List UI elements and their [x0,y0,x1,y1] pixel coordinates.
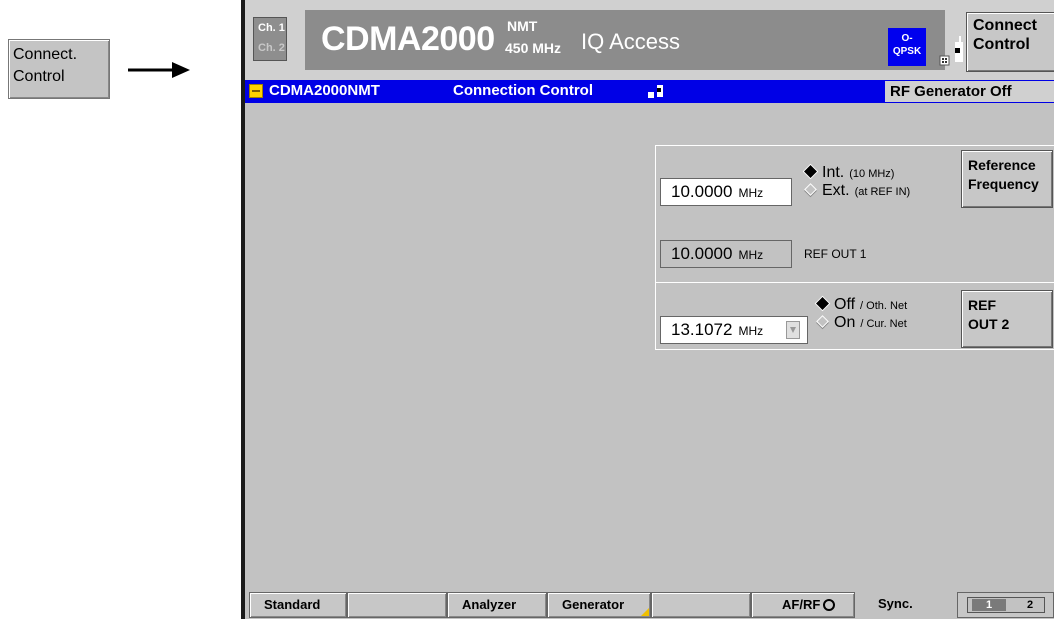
connect-control-softkey[interactable]: Connect Control [966,12,1054,72]
hardkey-label-line1: Connect. [13,46,78,63]
main-area: 10.0000 MHz Int. (10 MHz) Ext. (at REF IN) … [245,103,1054,589]
mode-label: IQ Access [581,29,681,54]
ref-out2-softkey[interactable]: REF OUT 2 [961,290,1053,348]
radio-ext[interactable]: Ext. (at REF IN) [804,182,910,200]
connect-softkey-line2: Control [973,36,1030,53]
radio-unselected-icon [816,315,829,328]
ref-out2-softkey-line2: OUT 2 [968,316,1010,332]
standard-band: 450 MHz [505,40,562,56]
radio-off-hint: / Oth. Net [860,300,908,312]
submenu-indicator-icon [641,608,649,616]
radio-on-label: On [834,314,856,331]
connection-status-icon [939,36,963,66]
radio-selected-icon [804,165,817,178]
hardkey-label-line2: Control [13,68,65,85]
tab-standard[interactable]: Standard [249,592,347,618]
channel-2-label: Ch. 2 [258,42,285,54]
bottom-tab-bar: Standard Analyzer Generator AF/RF Sync. … [245,589,1054,619]
channel-1-label: Ch. 1 [258,22,285,34]
panel-divider [656,282,1054,283]
sync-panel: 10.0000 MHz Int. (10 MHz) Ext. (at REF IN) … [655,145,1054,350]
connect-softkey-line1: Connect [973,17,1037,34]
arrow-right-icon [128,62,190,78]
channel-switch-button[interactable]: Ch. 1 Ch. 2 [253,17,287,61]
reference-frequency-unit: MHz [738,186,764,200]
radio-selected-icon [816,297,829,310]
radio-on-hint: / Cur. Net [860,318,907,330]
title-panel: CDMA2000 NMT 450 MHz IQ Access O- QPSK [305,10,1016,71]
tab-afrf-label: AF/RF [782,597,821,612]
ref-out1-field: 10.0000 MHz [660,240,792,268]
status-bar: CDMA2000NMT Connection Control RF Genera… [245,80,1054,103]
modulation-line1: O- [901,33,913,44]
radio-ext-label: Ext. [822,182,850,199]
tab-analyzer[interactable]: Analyzer [447,592,547,618]
standard-title: CDMA2000 [321,20,495,58]
dropdown-arrow-icon[interactable] [786,321,800,339]
connect-control-hardkey[interactable]: Connect. Control [8,39,110,99]
radio-off[interactable]: Off / Oth. Net [816,296,907,314]
ref-out2-softkey-line1: REF [968,297,996,313]
instrument-screen: Ch. 1 Ch. 2 CDMA2000 NMT 450 MHz IQ Acce… [241,0,1054,619]
standard-network: NMT [507,18,538,34]
radio-int[interactable]: Int. (10 MHz) [804,164,894,182]
title-bar: Ch. 1 Ch. 2 CDMA2000 NMT 450 MHz IQ Acce… [245,0,1054,80]
tab-generator-label: Generator [562,597,625,612]
connection-icon [648,85,663,98]
tab-empty-1[interactable] [347,592,447,618]
reference-frequency-value: 10.0000 [671,182,733,201]
radio-unselected-icon [804,183,817,196]
ref-out1-unit: MHz [738,248,764,262]
page-switch[interactable]: 1 2 [957,592,1054,618]
menu-icon[interactable] [249,84,263,98]
rf-generator-status: RF Generator Off [885,81,1054,102]
status-menu-title: Connection Control [453,82,593,99]
ref-out2-value: 13.1072 [671,320,733,339]
status-standard: CDMA2000NMT [269,82,380,99]
ref-out1-value: 10.0000 [671,244,733,263]
ref-out1-label: REF OUT 1 [804,247,867,261]
radio-on[interactable]: On / Cur. Net [816,314,907,332]
reference-frequency-field[interactable]: 10.0000 MHz [660,178,792,206]
arrow-circle-icon [823,599,836,611]
radio-ext-hint: (at REF IN) [854,186,911,198]
page-switch-inner: 1 2 [967,597,1045,613]
page-1[interactable]: 1 [972,599,1006,611]
ref-out2-unit: MHz [738,324,764,338]
reference-frequency-softkey[interactable]: Reference Frequency [961,150,1053,208]
tab-afrf[interactable]: AF/RF [751,592,855,618]
radio-int-hint: (10 MHz) [849,168,895,180]
radio-int-label: Int. [822,164,845,181]
modulation-badge: O- QPSK [888,28,926,66]
tab-generator[interactable]: Generator [547,592,651,618]
page-2[interactable]: 2 [1018,599,1042,611]
modulation-line2: QPSK [892,46,922,57]
radio-off-label: Off [834,296,856,313]
tab-sync[interactable]: Sync. [860,592,950,618]
reference-softkey-line1: Reference [968,157,1036,173]
tab-empty-2[interactable] [651,592,751,618]
reference-softkey-line2: Frequency [968,176,1039,192]
